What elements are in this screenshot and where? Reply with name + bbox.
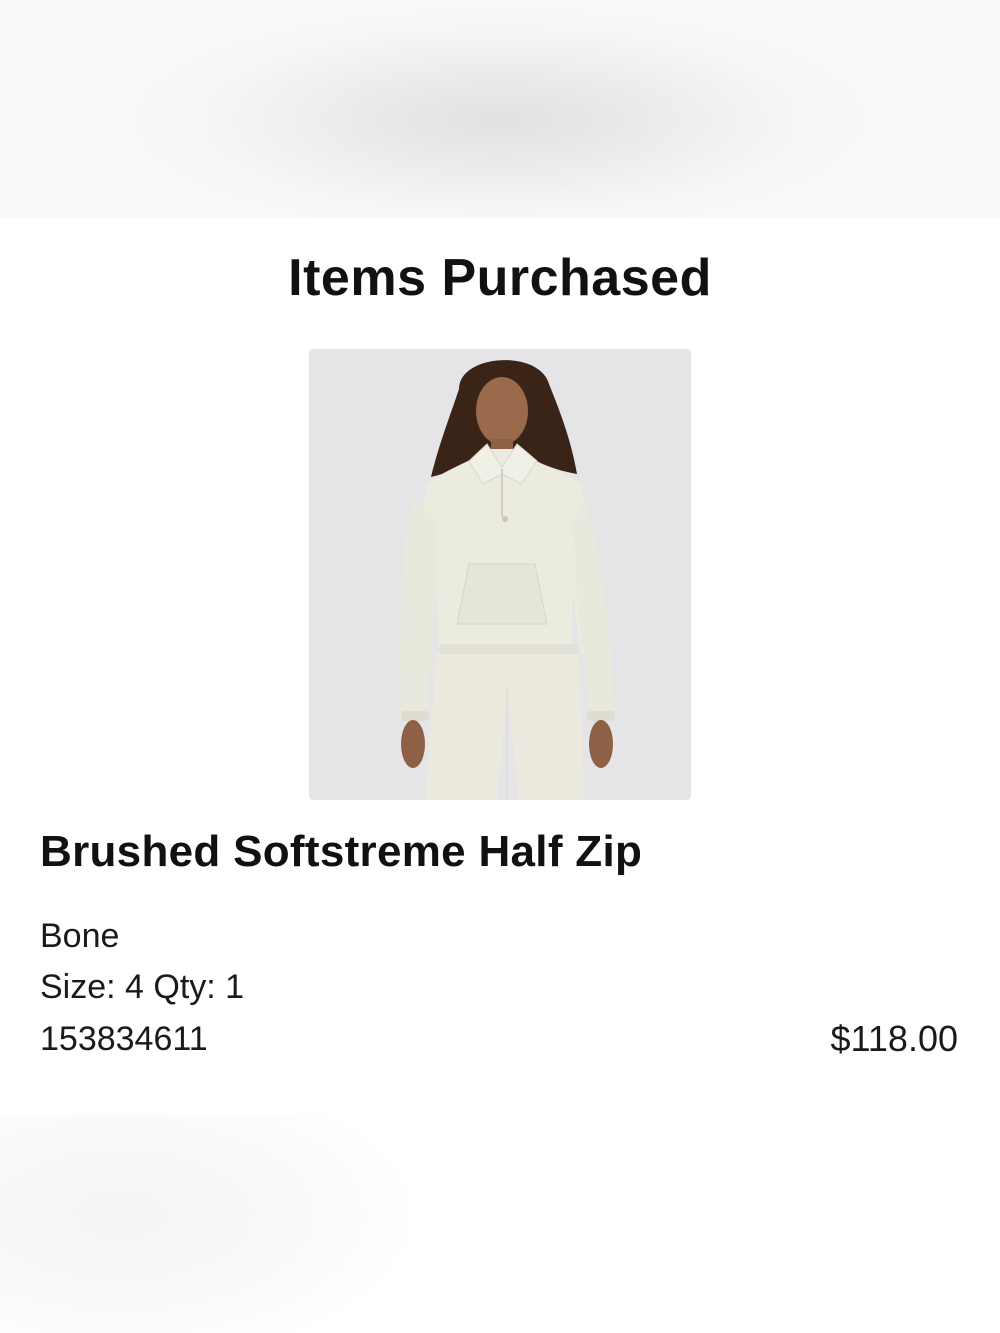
- product-color: Bone: [40, 917, 120, 955]
- blurred-footer-region: [0, 1115, 1000, 1333]
- blurred-header-region: [0, 0, 1000, 218]
- product-image[interactable]: [309, 349, 691, 800]
- items-purchased-card: Items Purchased Brushed Softstreme Half …: [0, 218, 1000, 1115]
- product-size-quantity: Size: 4 Qty: 1: [40, 968, 245, 1006]
- section-title: Items Purchased: [288, 249, 712, 307]
- product-name[interactable]: Brushed Softstreme Half Zip: [40, 822, 642, 882]
- product-sku: 153834611: [40, 1020, 208, 1058]
- receipt-screen: Items Purchased Brushed Softstreme Half …: [0, 0, 1000, 1333]
- product-price: $118.00: [830, 1018, 958, 1059]
- product-photo-half-zip: [309, 349, 691, 800]
